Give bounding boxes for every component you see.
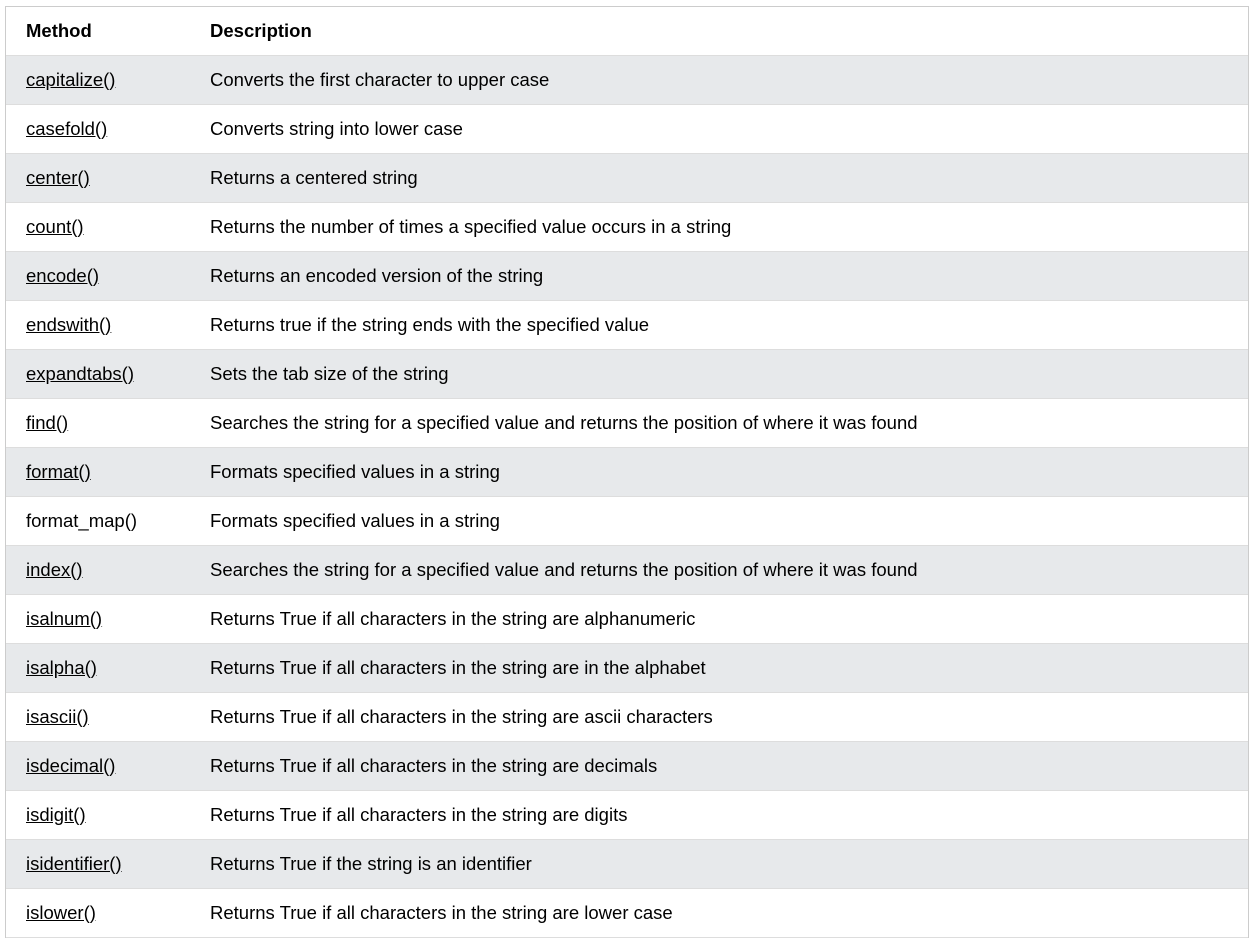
string-methods-table: Method Description capitalize() Converts … [6, 7, 1248, 938]
method-cell: expandtabs() [6, 349, 190, 399]
method-cell: isidentifier() [6, 839, 190, 889]
method-cell: isascii() [6, 692, 190, 742]
method-link[interactable]: format() [26, 461, 91, 482]
table-row: format_map() Formats specified values in … [6, 496, 1248, 546]
table-row: isdecimal() Returns True if all character… [6, 741, 1248, 791]
method-link[interactable]: endswith() [26, 314, 111, 335]
table-row: center() Returns a centered string [6, 153, 1248, 203]
method-link[interactable]: expandtabs() [26, 363, 134, 384]
description-cell: Formats specified values in a string [190, 447, 1248, 497]
method-cell: format_map() [6, 496, 190, 546]
method-link[interactable]: center() [26, 167, 90, 188]
method-link[interactable]: capitalize() [26, 69, 115, 90]
table-body: capitalize() Converts the first character… [6, 55, 1248, 938]
method-label: format_map() [26, 509, 138, 531]
table-row: isascii() Returns True if all characters … [6, 692, 1248, 742]
method-cell: format() [6, 447, 190, 497]
method-cell: casefold() [6, 104, 190, 154]
method-cell: count() [6, 202, 190, 252]
table-row: isalnum() Returns True if all characters … [6, 594, 1248, 644]
table-row: endswith() Returns true if the string end… [6, 300, 1248, 350]
method-cell: endswith() [6, 300, 190, 350]
description-cell: Returns the number of times a specified … [190, 202, 1248, 252]
table-row: isalpha() Returns True if all characters … [6, 643, 1248, 693]
description-cell: Returns True if all characters in the st… [190, 790, 1248, 840]
method-link[interactable]: isalpha() [26, 657, 97, 678]
method-cell: capitalize() [6, 55, 190, 105]
description-cell: Searches the string for a specified valu… [190, 398, 1248, 448]
method-link[interactable]: islower() [26, 902, 96, 923]
description-cell: Returns True if all characters in the st… [190, 594, 1248, 644]
method-link[interactable]: count() [26, 216, 84, 237]
description-cell: Sets the tab size of the string [190, 349, 1248, 399]
table-row: islower() Returns True if all characters … [6, 888, 1248, 938]
method-cell: isdecimal() [6, 741, 190, 791]
method-column-header: Method [6, 7, 190, 56]
description-cell: Returns True if all characters in the st… [190, 643, 1248, 693]
description-cell: Searches the string for a specified valu… [190, 545, 1248, 595]
description-cell: Returns true if the string ends with the… [190, 300, 1248, 350]
method-link[interactable]: index() [26, 559, 83, 580]
table-row: count() Returns the number of times a spe… [6, 202, 1248, 252]
table-row: isdigit() Returns True if all characters … [6, 790, 1248, 840]
table-row: index() Searches the string for a specifi… [6, 545, 1248, 595]
table-row: capitalize() Converts the first character… [6, 55, 1248, 105]
method-cell: encode() [6, 251, 190, 301]
description-cell: Converts the first character to upper ca… [190, 55, 1248, 105]
method-cell: islower() [6, 888, 190, 938]
table-row: format() Formats specified values in a st… [6, 447, 1248, 497]
method-link[interactable]: isascii() [26, 706, 89, 727]
method-link[interactable]: encode() [26, 265, 99, 286]
table-row: expandtabs() Sets the tab size of the str… [6, 349, 1248, 399]
description-column-header: Description [190, 7, 1248, 56]
method-link[interactable]: isalnum() [26, 608, 102, 629]
method-link[interactable]: isidentifier() [26, 853, 122, 874]
string-methods-table-container: Method Description capitalize() Converts … [5, 6, 1249, 938]
method-cell: isalpha() [6, 643, 190, 693]
method-link[interactable]: casefold() [26, 118, 107, 139]
description-cell: Returns True if all characters in the st… [190, 741, 1248, 791]
table-row: find() Searches the string for a specifie… [6, 398, 1248, 448]
description-cell: Returns an encoded version of the string [190, 251, 1248, 301]
method-link[interactable]: find() [26, 412, 68, 433]
description-cell: Returns a centered string [190, 153, 1248, 203]
method-cell: find() [6, 398, 190, 448]
table-header-row: Method Description [6, 7, 1248, 56]
method-cell: index() [6, 545, 190, 595]
method-link[interactable]: isdigit() [26, 804, 86, 825]
method-cell: center() [6, 153, 190, 203]
method-link[interactable]: isdecimal() [26, 755, 115, 776]
description-cell: Converts string into lower case [190, 104, 1248, 154]
table-row: encode() Returns an encoded version of th… [6, 251, 1248, 301]
method-cell: isalnum() [6, 594, 190, 644]
description-cell: Returns True if all characters in the st… [190, 888, 1248, 938]
table-row: casefold() Converts string into lower cas… [6, 104, 1248, 154]
method-cell: isdigit() [6, 790, 190, 840]
table-row: isidentifier() Returns True if the string… [6, 839, 1248, 889]
description-cell: Returns True if all characters in the st… [190, 692, 1248, 742]
description-cell: Returns True if the string is an identif… [190, 839, 1248, 889]
description-cell: Formats specified values in a string [190, 496, 1248, 546]
